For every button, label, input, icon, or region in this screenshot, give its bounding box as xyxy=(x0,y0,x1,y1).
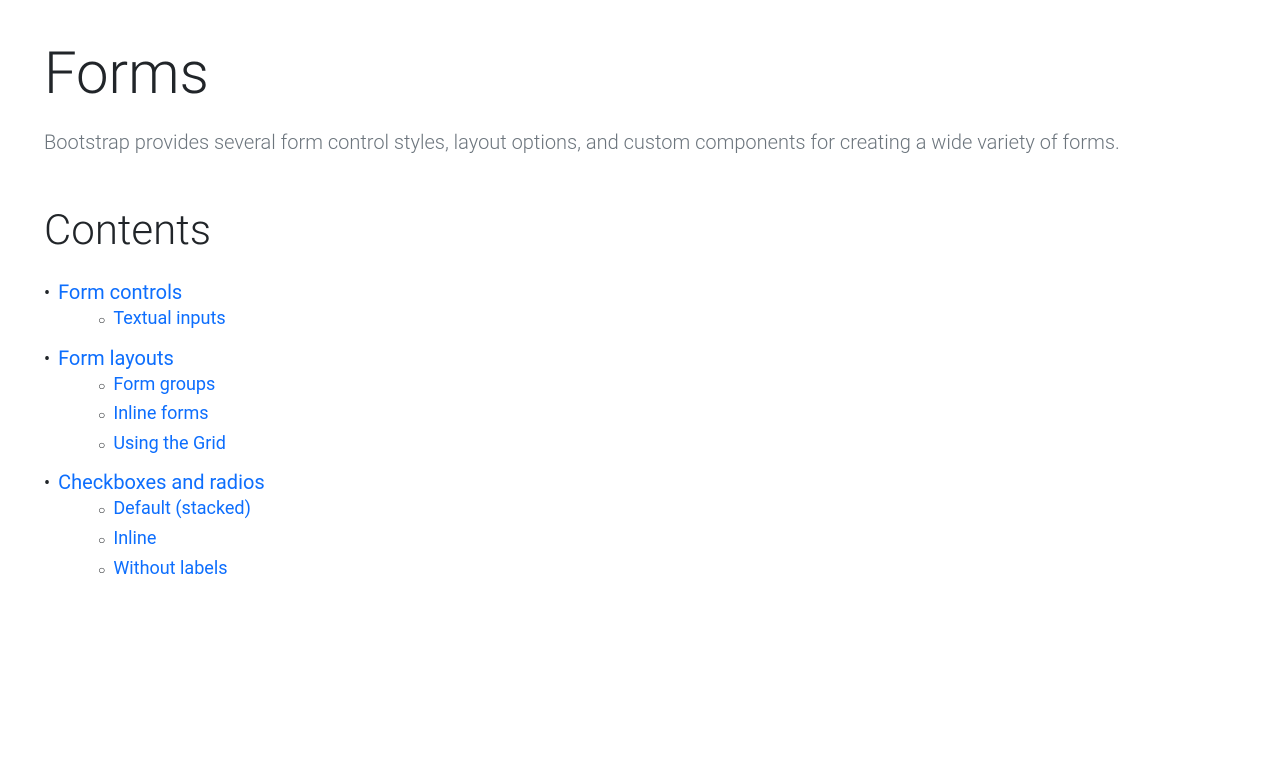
toc-subitem-form-groups: ○ Form groups xyxy=(98,374,226,398)
toc-link-without-labels[interactable]: Without labels xyxy=(113,558,227,579)
toc-link-inline[interactable]: Inline xyxy=(113,528,156,549)
toc-subitem-textual-inputs: ○ Textual inputs xyxy=(98,308,226,332)
bullet-icon: • xyxy=(44,280,50,307)
sub-bullet-icon: ○ xyxy=(98,310,105,332)
sub-bullet-icon: ○ xyxy=(98,376,105,398)
sub-bullet-icon: ○ xyxy=(98,530,105,552)
toc-list: • Form controls ○ Textual inputs • Form … xyxy=(44,280,1220,587)
toc-link-default-stacked[interactable]: Default (stacked) xyxy=(113,498,251,519)
toc-link-form-layouts[interactable]: Form layouts xyxy=(58,346,174,370)
toc-item-form-layouts: • Form layouts ○ Form groups ○ Inline fo… xyxy=(44,346,1220,463)
bullet-icon: • xyxy=(44,346,50,373)
toc-sublist-checkboxes-radios: ○ Default (stacked) ○ Inline ○ Without l… xyxy=(58,498,265,581)
toc-sublist-form-layouts: ○ Form groups ○ Inline forms ○ Using the… xyxy=(58,374,226,457)
toc-subitem-default-stacked: ○ Default (stacked) xyxy=(98,498,265,522)
sub-bullet-icon: ○ xyxy=(98,405,105,427)
toc-subitem-inline-forms: ○ Inline forms xyxy=(98,403,226,427)
contents-heading: Contents xyxy=(44,206,1220,256)
toc-link-textual-inputs[interactable]: Textual inputs xyxy=(113,308,225,329)
toc-subitem-inline: ○ Inline xyxy=(98,528,265,552)
toc-item-checkboxes-radios: • Checkboxes and radios ○ Default (stack… xyxy=(44,470,1220,587)
toc-sublist-form-controls: ○ Textual inputs xyxy=(58,308,226,332)
page-description: Bootstrap provides several form control … xyxy=(44,126,1184,158)
toc-link-form-groups[interactable]: Form groups xyxy=(113,374,215,395)
sub-bullet-icon: ○ xyxy=(98,500,105,522)
toc-item-form-controls: • Form controls ○ Textual inputs xyxy=(44,280,1220,338)
sub-bullet-icon: ○ xyxy=(98,560,105,582)
bullet-icon: • xyxy=(44,470,50,497)
sub-bullet-icon: ○ xyxy=(98,435,105,457)
toc-link-using-the-grid[interactable]: Using the Grid xyxy=(113,433,226,454)
page-title: Forms xyxy=(44,40,1220,110)
toc-subitem-without-labels: ○ Without labels xyxy=(98,558,265,582)
toc-link-inline-forms[interactable]: Inline forms xyxy=(113,403,208,424)
toc-subitem-using-the-grid: ○ Using the Grid xyxy=(98,433,226,457)
toc-link-checkboxes-radios[interactable]: Checkboxes and radios xyxy=(58,470,265,494)
toc-link-form-controls[interactable]: Form controls xyxy=(58,280,182,304)
